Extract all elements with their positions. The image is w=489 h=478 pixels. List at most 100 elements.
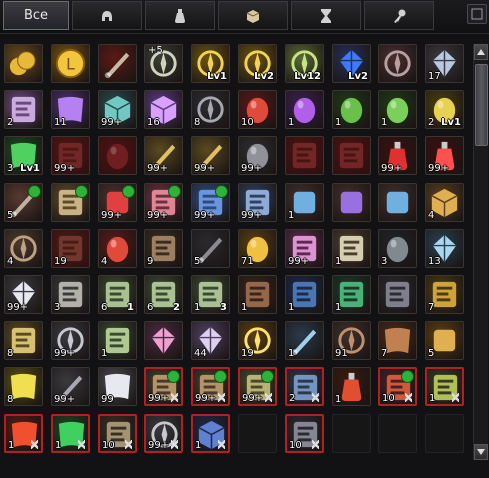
inventory-slot[interactable]: 4 <box>4 229 43 268</box>
inventory-slot[interactable]: 62 <box>144 275 183 314</box>
inventory-slot[interactable]: 91 <box>332 321 371 360</box>
inventory-slot[interactable]: 1 <box>332 275 371 314</box>
inventory-slot[interactable]: 99+ <box>144 414 183 453</box>
inventory-slot[interactable]: 71 <box>238 229 277 268</box>
inventory-slot[interactable]: 10 <box>378 367 417 406</box>
inventory-slot[interactable]: 19 <box>51 229 90 268</box>
inventory-slot[interactable]: 44 <box>191 321 230 360</box>
inventory-slot[interactable]: 1 <box>332 229 371 268</box>
inventory-slot[interactable] <box>4 44 43 83</box>
inventory-slot[interactable]: 61 <box>98 275 137 314</box>
inventory-slot[interactable]: 99+ <box>144 367 183 406</box>
inventory-slot[interactable]: Lv2 <box>332 44 371 83</box>
scroll-down-button[interactable] <box>474 444 488 460</box>
inventory-slot[interactable]: 1 <box>98 321 137 360</box>
inventory-slot[interactable]: 2 <box>4 90 43 129</box>
inventory-slot[interactable]: 19 <box>238 321 277 360</box>
tab-materials[interactable] <box>218 1 288 30</box>
inventory-slot[interactable]: 3 <box>51 275 90 314</box>
inventory-slot[interactable]: 2 <box>285 367 324 406</box>
inventory-slot[interactable] <box>332 136 371 175</box>
inventory-slot[interactable]: Lv12 <box>285 44 324 83</box>
inventory-slot[interactable]: 99+ <box>238 136 277 175</box>
inventory-slot[interactable]: +5 <box>144 44 183 83</box>
inventory-slot[interactable]: 9 <box>144 229 183 268</box>
inventory-slot[interactable]: 5 <box>4 183 43 222</box>
inventory-slot[interactable]: 13 <box>425 229 464 268</box>
inventory-slot[interactable]: 99 <box>98 367 137 406</box>
inventory-slot[interactable]: 99+ <box>98 90 137 129</box>
inventory-slot[interactable]: 10 <box>238 90 277 129</box>
inventory-slot[interactable]: 4 <box>425 183 464 222</box>
inventory-slot[interactable]: 1 <box>332 367 371 406</box>
inventory-slot-empty[interactable] <box>378 414 417 453</box>
inventory-slot-empty[interactable] <box>332 414 371 453</box>
inventory-slot-empty[interactable] <box>238 414 277 453</box>
inventory-slot[interactable]: 99+ <box>144 183 183 222</box>
tab-all[interactable]: Все <box>3 1 69 30</box>
inventory-slot[interactable]: 10 <box>285 414 324 453</box>
inventory-slot[interactable]: 7 <box>378 321 417 360</box>
inventory-slot[interactable]: 99+ <box>285 229 324 268</box>
inventory-slot[interactable]: 1 <box>285 183 324 222</box>
inventory-slot[interactable]: 4 <box>98 229 137 268</box>
inventory-slot[interactable]: 99+ <box>191 183 230 222</box>
inventory-slot[interactable]: 1 <box>4 414 43 453</box>
inventory-slot[interactable]: 99+ <box>144 136 183 175</box>
inventory-slot[interactable]: 11 <box>51 90 90 129</box>
inventory-slot[interactable]: 1 <box>378 90 417 129</box>
inventory-slot[interactable]: 1 <box>238 275 277 314</box>
inventory-slot[interactable]: 99+ <box>191 367 230 406</box>
inventory-slot[interactable]: 10 <box>98 414 137 453</box>
inventory-slot[interactable]: 13 <box>191 275 230 314</box>
inventory-slot[interactable]: 17 <box>425 44 464 83</box>
inventory-slot[interactable]: 5 <box>191 229 230 268</box>
inventory-slot[interactable]: Lv1 <box>191 44 230 83</box>
inventory-slot[interactable] <box>378 44 417 83</box>
inventory-slot[interactable]: 99+ <box>98 183 137 222</box>
inventory-slot[interactable]: 2 Lv1 <box>425 90 464 129</box>
inventory-slot[interactable]: 99+ <box>4 275 43 314</box>
inventory-slot[interactable] <box>144 321 183 360</box>
inventory-scrollbar[interactable] <box>473 44 488 460</box>
inventory-slot[interactable] <box>98 136 137 175</box>
inventory-slot[interactable]: 99+ <box>51 367 90 406</box>
inventory-slot[interactable]: 3 <box>378 229 417 268</box>
tab-timed[interactable] <box>291 1 361 30</box>
inventory-slot[interactable]: 99+ <box>425 136 464 175</box>
inventory-slot[interactable]: 99+ <box>51 321 90 360</box>
inventory-slot[interactable]: 1 <box>425 367 464 406</box>
scroll-thumb[interactable] <box>475 64 488 146</box>
inventory-slot[interactable]: 16 <box>144 90 183 129</box>
inventory-slot[interactable]: 1 <box>51 414 90 453</box>
inventory-slot[interactable]: L <box>51 44 90 83</box>
inventory-slot[interactable] <box>285 136 324 175</box>
tab-consumables[interactable] <box>145 1 215 30</box>
inventory-slot[interactable] <box>51 183 90 222</box>
tab-equipment[interactable] <box>72 1 142 30</box>
inventory-slot-empty[interactable] <box>425 414 464 453</box>
inventory-slot[interactable]: 1 <box>285 275 324 314</box>
inventory-slot[interactable] <box>332 183 371 222</box>
inventory-slot[interactable]: 1 <box>285 321 324 360</box>
inventory-slot[interactable]: 99+ <box>378 136 417 175</box>
inventory-slot[interactable] <box>378 183 417 222</box>
inventory-slot[interactable]: 5 <box>425 321 464 360</box>
inventory-slot[interactable]: 8 <box>191 90 230 129</box>
inventory-slot[interactable] <box>98 44 137 83</box>
inventory-slot[interactable]: 99+ <box>238 367 277 406</box>
inventory-slot[interactable]: 99+ <box>191 136 230 175</box>
inventory-slot[interactable]: 7 <box>425 275 464 314</box>
inventory-settings-button[interactable] <box>467 4 487 24</box>
inventory-slot[interactable]: 1 <box>285 90 324 129</box>
tab-quest[interactable] <box>364 1 434 30</box>
inventory-slot[interactable]: 1 <box>332 90 371 129</box>
inventory-slot[interactable]: 8 <box>4 367 43 406</box>
inventory-slot[interactable]: 3 Lv1 <box>4 136 43 175</box>
scroll-up-button[interactable] <box>474 44 488 60</box>
inventory-slot[interactable]: 99+ <box>238 183 277 222</box>
inventory-slot[interactable]: 8 <box>4 321 43 360</box>
inventory-slot[interactable]: 1 <box>191 414 230 453</box>
inventory-slot[interactable]: Lv2 <box>238 44 277 83</box>
inventory-slot[interactable] <box>378 275 417 314</box>
